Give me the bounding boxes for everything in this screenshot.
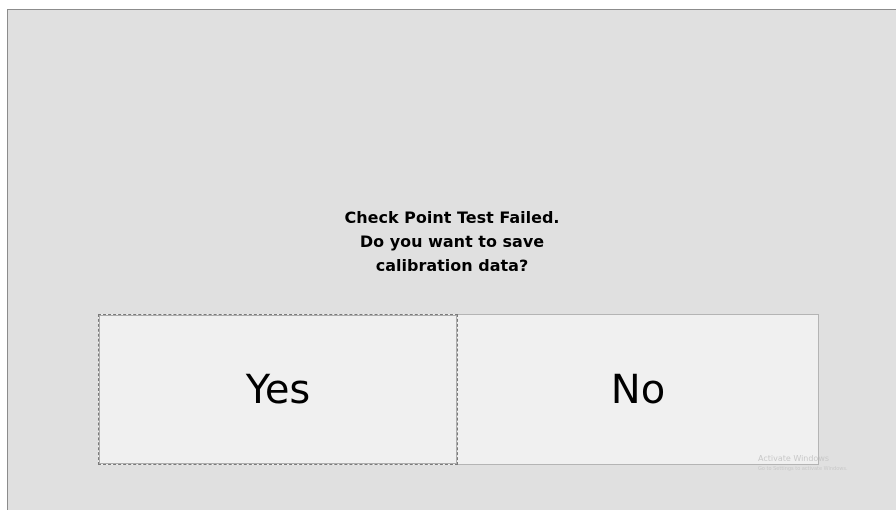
dialog-message: Check Point Test Failed. Do you want to … [8,206,896,278]
yes-button-label: Yes [245,366,311,413]
message-line-2: Do you want to save [359,232,545,251]
watermark-subtitle: Go to Settings to activate Windows. [758,466,848,472]
message-line-1: Check Point Test Failed. [344,208,560,227]
activate-windows-watermark: Activate Windows Go to Settings to activ… [758,454,848,474]
message-line-3: calibration data? [375,256,529,275]
calibration-dialog: Check Point Test Failed. Do you want to … [7,9,896,510]
no-button-label: No [610,366,666,413]
no-button[interactable]: No [458,314,819,465]
watermark-title: Activate Windows [758,454,830,463]
yes-button[interactable]: Yes [98,314,458,465]
